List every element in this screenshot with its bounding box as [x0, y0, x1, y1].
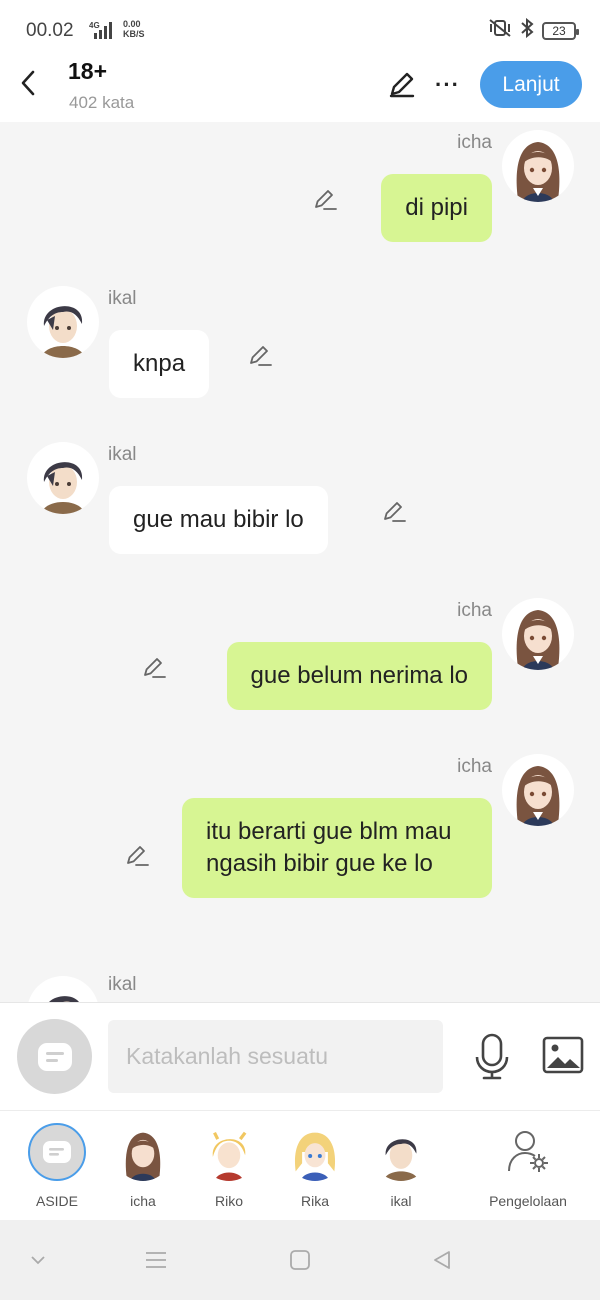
pencil-icon	[144, 658, 166, 678]
story-title: 18+	[68, 58, 108, 84]
character-rika[interactable]: Rika	[275, 1123, 355, 1209]
message-bubble[interactable]: knpa	[109, 330, 210, 398]
avatar-icha[interactable]	[502, 130, 574, 202]
message-bubble[interactable]: itu berarti gue blm mau ngasih bibir gue…	[182, 798, 492, 898]
nav-hide-button[interactable]	[18, 1244, 58, 1276]
edit-message-button[interactable]	[140, 653, 168, 681]
home-square-icon	[290, 1250, 310, 1270]
system-nav-bar	[0, 1220, 600, 1300]
avatar-ikal[interactable]	[27, 442, 99, 514]
menu-icon	[146, 1252, 166, 1268]
edit-message-button[interactable]	[380, 497, 408, 525]
signal-icon: 4G	[86, 20, 118, 45]
pencil-icon	[127, 846, 149, 866]
network-type: 4G	[89, 21, 100, 30]
sender-name: icha	[457, 132, 492, 153]
character-aside[interactable]: ASIDE	[17, 1123, 97, 1209]
nav-home-button[interactable]	[280, 1244, 320, 1276]
next-button[interactable]: Lanjut	[480, 61, 582, 108]
avatar-icha[interactable]	[502, 754, 574, 826]
status-time: 00.02	[26, 20, 74, 41]
app-header: 18+ 402 kata ··· Lanjut	[0, 58, 600, 122]
triangle-back-icon	[434, 1251, 450, 1269]
avatar-ikal[interactable]	[27, 286, 99, 358]
status-right: 23	[488, 17, 579, 43]
status-bar: 00.02 4G 0.00 KB/S 23	[0, 0, 600, 58]
sender-name: ikal	[108, 974, 137, 995]
nav-menu-button[interactable]	[136, 1244, 176, 1276]
microphone-button[interactable]	[474, 1033, 510, 1081]
nav-back-button[interactable]	[422, 1244, 462, 1276]
edit-message-button[interactable]	[246, 341, 274, 369]
more-options-button[interactable]: ···	[435, 72, 460, 98]
message-bubble[interactable]: di pipi	[381, 174, 492, 242]
avatar-male-dark	[372, 1123, 430, 1181]
character-bar: ASIDE icha Riko Rika ikal Pengelolaan	[0, 1110, 600, 1220]
character-name: Rika	[300, 1193, 329, 1209]
avatar-blonde-blue	[286, 1123, 344, 1181]
sender-name: ikal	[108, 288, 137, 309]
character-ikal[interactable]: ikal	[361, 1123, 441, 1209]
character-name: ASIDE	[35, 1193, 78, 1209]
manage-characters-button[interactable]: Pengelolaan	[478, 1123, 578, 1209]
edit-message-button[interactable]	[311, 185, 339, 213]
vibrate-mute-icon	[488, 18, 512, 43]
sender-name: ikal	[108, 444, 137, 465]
sender-name: icha	[457, 756, 492, 777]
back-button[interactable]	[14, 68, 42, 98]
character-icha[interactable]: icha	[103, 1123, 183, 1209]
chat-bubble-icon	[28, 1123, 86, 1181]
pencil-icon	[315, 190, 337, 210]
character-name: Pengelolaan	[489, 1193, 567, 1209]
pencil-icon	[384, 502, 406, 522]
sender-name: icha	[457, 600, 492, 621]
character-name: icha	[130, 1193, 156, 1209]
character-name: ikal	[390, 1193, 412, 1209]
word-count: 402 kata	[69, 93, 135, 112]
avatar-blonde-red	[200, 1123, 258, 1181]
character-name: Riko	[214, 1193, 243, 1209]
pencil-icon	[250, 346, 272, 366]
image-button[interactable]	[542, 1036, 584, 1074]
pencil-icon	[389, 72, 415, 98]
user-settings-icon	[499, 1123, 557, 1181]
message-input-bar	[0, 1002, 600, 1110]
message-bubble[interactable]: gue mau bibir lo	[109, 486, 328, 554]
edit-title-button[interactable]	[386, 68, 418, 100]
chevron-left-icon	[21, 70, 35, 96]
network-speed: 0.00 KB/S	[123, 19, 145, 39]
chat-bubble-icon	[37, 1042, 72, 1071]
image-icon	[542, 1036, 584, 1074]
bluetooth-icon	[520, 17, 534, 43]
microphone-icon	[475, 1033, 509, 1080]
chevron-down-icon	[31, 1256, 45, 1265]
chat-area[interactable]: icha di pipi ikal knpa ikal gue mau bibi…	[0, 122, 600, 1002]
battery-indicator: 23	[542, 21, 579, 40]
avatar-icha[interactable]	[502, 598, 574, 670]
message-bubble[interactable]: gue belum nerima lo	[226, 642, 492, 710]
aside-toggle-button[interactable]	[17, 1019, 92, 1094]
avatar-ikal[interactable]	[27, 976, 99, 1002]
avatar-female-brown	[114, 1123, 172, 1181]
message-input[interactable]	[108, 1020, 443, 1093]
character-riko[interactable]: Riko	[189, 1123, 269, 1209]
edit-message-button[interactable]	[123, 841, 151, 869]
